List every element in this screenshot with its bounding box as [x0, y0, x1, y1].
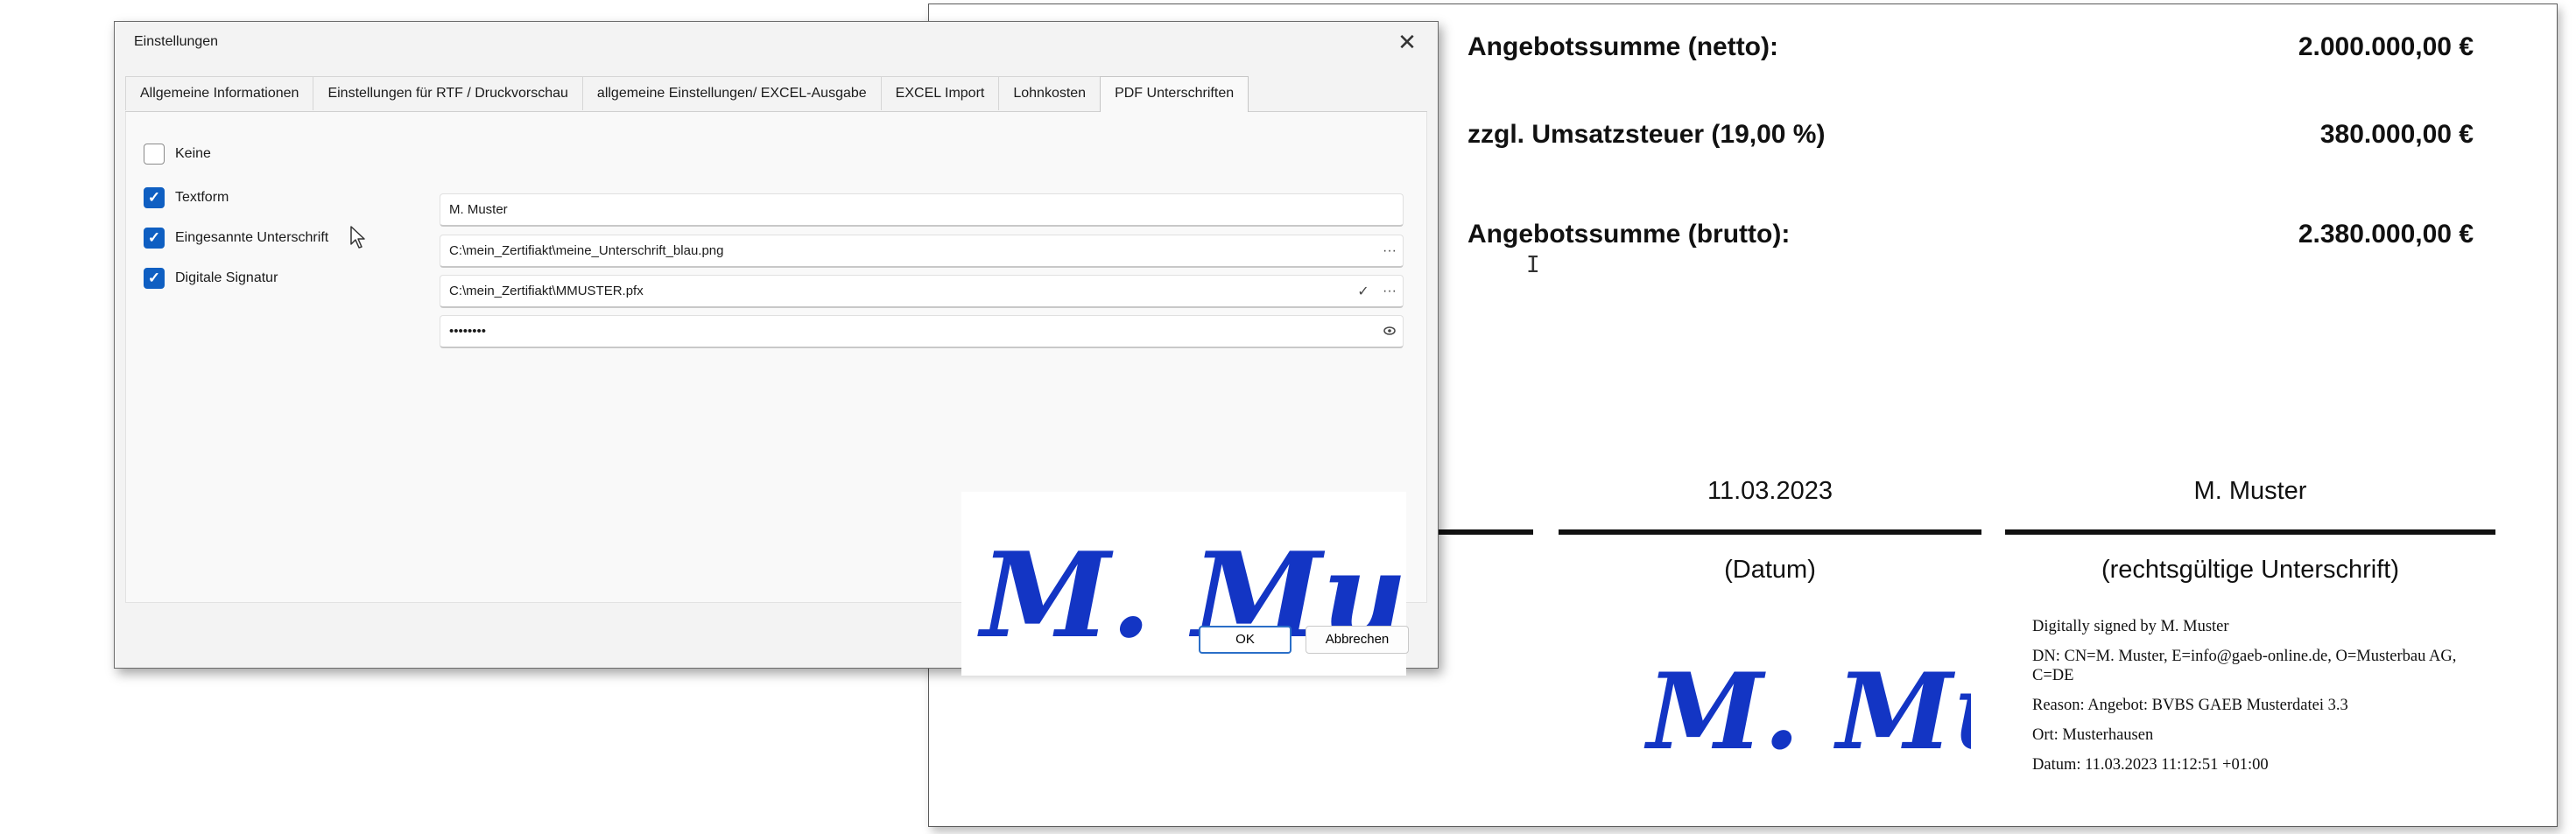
tab-labor-costs[interactable]: Lohnkosten	[998, 76, 1101, 110]
signer-name-input[interactable]: M. Muster	[440, 193, 1404, 227]
checkmark-icon: ✓	[1357, 284, 1369, 299]
gross-sum-amount: 2.380.000,00 €	[2298, 220, 2474, 249]
option-digital-signature: ✓ Digitale Signatur	[144, 268, 278, 289]
signer-caption: (rechtsgültige Unterschrift)	[2101, 556, 2400, 584]
vat-row: zzgl. Umsatzsteuer (19,00 %) 380.000,00 …	[1467, 120, 2474, 150]
tab-pdf-signatures[interactable]: PDF Unterschriften	[1100, 76, 1249, 112]
ellipsis-icon[interactable]: ···	[1376, 284, 1403, 299]
certificate-path-input[interactable]: C:\mein_Zertifiakt\MMUSTER.pfx ✓ ···	[440, 275, 1404, 308]
cert-signed-by: Digitally signed by M. Muster	[2032, 618, 2229, 635]
option-text-form: ✓ Textform	[144, 187, 229, 208]
mouse-pointer-icon	[349, 225, 369, 254]
signature-image-path-value: C:\mein_Zertifiakt\meine_Unterschrift_bl…	[449, 243, 724, 258]
signature-image-path-input[interactable]: C:\mein_Zertifiakt\meine_Unterschrift_bl…	[440, 235, 1404, 268]
certificate-path-value: C:\mein_Zertifiakt\MMUSTER.pfx	[449, 284, 644, 298]
checkmark-icon: ✓	[147, 189, 161, 206]
option-scanned-signature: ✓ Eingesannte Unterschrift	[144, 228, 328, 249]
digital-signature-checkbox[interactable]: ✓	[144, 268, 165, 289]
text-form-label: Textform	[175, 190, 229, 205]
settings-dialog: Einstellungen ✕ Allgemeine Informationen…	[114, 21, 1439, 676]
tab-excel-import[interactable]: EXCEL Import	[880, 76, 1000, 110]
gross-sum-row: Angebotssumme (brutto): 2.380.000,00 €	[1467, 220, 2474, 249]
digital-signature-info: Digitally signed by M. Muster DN: CN=M. …	[2032, 617, 2488, 785]
net-sum-amount: 2.000.000,00 €	[2298, 32, 2474, 61]
gross-sum-label: Angebotssumme (brutto):	[1467, 220, 1791, 249]
digital-signature-label: Digitale Signatur	[175, 270, 278, 285]
cert-dn: DN: CN=M. Muster, E=info@gaeb-online.de,…	[2032, 648, 2457, 684]
cert-date: Datum: 11.03.2023 11:12:51 +01:00	[2032, 756, 2269, 774]
handwritten-signature-image: M. Muster	[1638, 617, 2266, 783]
text-form-checkbox[interactable]: ✓	[144, 187, 165, 208]
net-sum-label: Angebotssumme (netto):	[1467, 32, 1778, 61]
date-value: 11.03.2023	[1707, 477, 1833, 505]
none-checkbox[interactable]	[144, 144, 165, 165]
dialog-title: Einstellungen	[134, 34, 219, 49]
tab-rtf-print-preview[interactable]: Einstellungen für RTF / Druckvorschau	[313, 76, 583, 110]
cert-location: Ort: Musterhausen	[2032, 726, 2154, 744]
signer-name-value: M. Muster	[449, 202, 508, 217]
ellipsis-icon[interactable]: ···	[1376, 243, 1403, 259]
vat-amount: 380.000,00 €	[2319, 120, 2474, 149]
checkmark-icon: ✓	[147, 270, 161, 286]
cert-reason: Reason: Angebot: BVBS GAEB Musterdatei 3…	[2032, 697, 2348, 714]
signer-value: M. Muster	[2193, 477, 2307, 505]
signature-line-date	[1559, 529, 1981, 535]
option-none: Keine	[144, 144, 211, 165]
certificate-password-input[interactable]: ••••••••	[440, 315, 1404, 348]
date-caption: (Datum)	[1724, 556, 1816, 584]
ok-button[interactable]: OK	[1199, 626, 1292, 654]
scanned-signature-label: Eingesannte Unterschrift	[175, 230, 329, 245]
net-sum-row: Angebotssumme (netto): 2.000.000,00 €	[1467, 32, 2474, 62]
none-label: Keine	[175, 146, 211, 161]
tab-general-information[interactable]: Allgemeine Informationen	[125, 76, 314, 110]
scanned-signature-checkbox[interactable]: ✓	[144, 228, 165, 249]
checkmark-icon: ✓	[147, 229, 161, 246]
signature-line-signer	[2005, 529, 2495, 535]
eye-icon[interactable]	[1376, 324, 1403, 340]
tab-excel-output[interactable]: allgemeine Einstellungen/ EXCEL-Ausgabe	[581, 76, 882, 110]
text-cursor-icon: I	[1526, 252, 1540, 278]
tab-bar: Allgemeine Informationen Einstellungen f…	[125, 76, 1427, 112]
cancel-button[interactable]: Abbrechen	[1306, 626, 1409, 654]
close-icon[interactable]: ✕	[1394, 29, 1420, 55]
handwritten-signature-text: M. Muster	[1643, 650, 1971, 774]
vat-label: zzgl. Umsatzsteuer (19,00 %)	[1467, 120, 1826, 149]
pdf-signatures-panel: Keine ✓ Textform ✓ Eingesannte Unterschr…	[125, 112, 1427, 676]
password-value: ••••••••	[449, 324, 487, 339]
